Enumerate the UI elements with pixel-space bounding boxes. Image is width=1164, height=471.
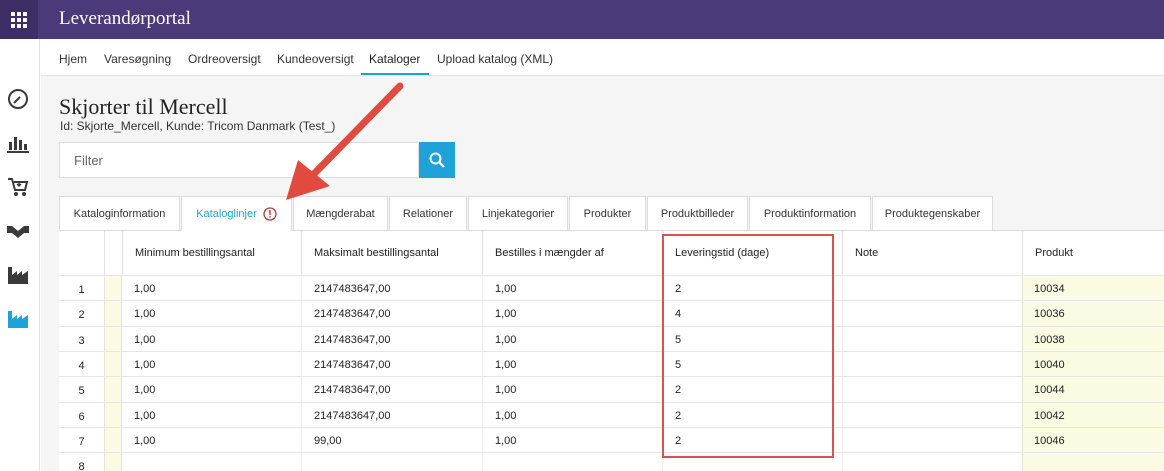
cell-max-quantity[interactable]: 2147483647,00	[314, 384, 390, 396]
nav-item-upload-katalog[interactable]: Upload katalog (XML)	[437, 52, 553, 66]
cell-order-multiple[interactable]: 1,00	[495, 384, 516, 396]
tab-label: Kataloginformation	[73, 207, 166, 220]
nav-item-kataloger[interactable]: Kataloger	[369, 52, 420, 66]
cell-product[interactable]: 10038	[1034, 334, 1065, 346]
annotation-arrow-icon	[286, 82, 404, 200]
cell-min-quantity[interactable]: 1,00	[134, 435, 155, 447]
app-launcher-button[interactable]	[0, 0, 38, 39]
cell-product[interactable]: 10034	[1034, 283, 1065, 295]
tab-kataloglinjer[interactable]: Kataloglinjer	[181, 196, 292, 231]
search-icon	[429, 152, 445, 168]
tab-kataloginformation[interactable]: Kataloginformation	[59, 196, 180, 230]
row-divider	[59, 452, 1164, 454]
main-nav: Hjem Varesøgning Ordreoversigt Kundeover…	[41, 39, 1164, 76]
nav-item-ordreoversigt[interactable]: Ordreoversigt	[188, 52, 261, 66]
cell-product[interactable]: 10046	[1034, 435, 1065, 447]
row-number: 8	[78, 461, 85, 471]
tab-label: Linjekategorier	[481, 207, 555, 220]
row-number: 1	[78, 284, 85, 296]
tab-label: Mængderabat	[306, 207, 375, 220]
column-header-min-quantity[interactable]: Minimum bestillingsantal	[122, 231, 301, 275]
row-number: 5	[78, 385, 85, 398]
row-number: 2	[78, 309, 85, 322]
cell-min-quantity[interactable]: 1,00	[134, 359, 155, 371]
tab-label: Produkter	[583, 207, 632, 220]
column-header-order-multiple[interactable]: Bestilles i mængder af	[482, 231, 662, 275]
tab-label: Produktbilleder	[660, 207, 735, 220]
column-header-max-quantity[interactable]: Maksimalt bestillingsantal	[301, 231, 482, 275]
row-divider	[59, 350, 1164, 352]
tab-label: Relationer	[402, 207, 454, 220]
cell-product[interactable]: 10036	[1034, 308, 1065, 320]
cell-min-quantity[interactable]: 1,00	[134, 384, 155, 396]
page-title: Skjorter til Mercell	[59, 94, 228, 119]
column-divider	[301, 275, 302, 471]
info-icon	[263, 207, 277, 221]
cell-min-quantity[interactable]: 1,00	[134, 334, 155, 346]
cell-order-multiple[interactable]: 1,00	[495, 334, 516, 346]
row-indicator-column	[104, 275, 122, 471]
cell-min-quantity[interactable]: 1,00	[134, 308, 155, 320]
cell-order-multiple[interactable]: 1,00	[495, 410, 516, 422]
tab-label: Kataloglinjer	[196, 208, 257, 220]
row-divider	[59, 300, 1164, 302]
column-divider	[842, 275, 843, 471]
row-number: 6	[78, 410, 85, 423]
cell-min-quantity[interactable]: 1,00	[134, 410, 155, 422]
column-header-product[interactable]: Produkt	[1022, 231, 1164, 275]
row-divider	[59, 426, 1164, 428]
catalog-lines-table: Minimum bestillingsantal Maksimalt besti…	[59, 230, 1164, 471]
row-divider	[59, 401, 1164, 403]
tab-produktegenskaber[interactable]: Produktegenskaber	[872, 196, 993, 230]
column-divider	[482, 275, 483, 471]
left-rail	[0, 39, 40, 471]
cell-order-multiple[interactable]: 1,00	[495, 359, 516, 371]
tab-produktbilleder[interactable]: Produktbilleder	[647, 196, 748, 230]
cell-order-multiple[interactable]: 1,00	[495, 308, 516, 320]
cell-product[interactable]: 10042	[1034, 410, 1065, 422]
cell-max-quantity[interactable]: 2147483647,00	[314, 334, 390, 346]
row-divider	[59, 376, 1164, 378]
cell-product[interactable]: 10040	[1034, 359, 1065, 371]
top-bar: Leverandørportal	[0, 0, 1164, 39]
column-header-note[interactable]: Note	[842, 231, 1022, 275]
tab-label: Produktinformation	[763, 207, 857, 220]
row-divider	[59, 325, 1164, 327]
cell-min-quantity[interactable]: 1,00	[134, 283, 155, 295]
tab-label: Produktegenskaber	[884, 207, 981, 220]
cell-order-multiple[interactable]: 1,00	[495, 283, 516, 295]
cell-max-quantity[interactable]: 2147483647,00	[314, 308, 390, 320]
cell-max-quantity[interactable]: 2147483647,00	[314, 359, 390, 371]
handshake-icon[interactable]	[6, 219, 30, 243]
row-number: 3	[78, 334, 85, 347]
cell-max-quantity[interactable]: 99,00	[314, 435, 342, 447]
nav-item-kundeoversigt[interactable]: Kundeoversigt	[277, 52, 354, 66]
cell-product[interactable]: 10044	[1034, 384, 1065, 396]
bar-chart-icon[interactable]	[6, 131, 30, 155]
tab-linjekategorier[interactable]: Linjekategorier	[468, 196, 568, 230]
factory-active-icon[interactable]	[6, 307, 30, 331]
nav-item-hjem[interactable]: Hjem	[59, 52, 87, 66]
nav-active-indicator	[361, 73, 429, 75]
highlight-box	[662, 234, 834, 458]
cart-icon[interactable]	[6, 175, 30, 199]
search-button[interactable]	[419, 142, 455, 178]
cell-order-multiple[interactable]: 1,00	[495, 435, 516, 447]
factory-icon[interactable]	[6, 263, 30, 287]
tab-produkter[interactable]: Produkter	[569, 196, 646, 230]
row-divider	[59, 275, 1164, 276]
row-number: 7	[78, 435, 85, 448]
app-title: Leverandørportal	[59, 8, 191, 29]
cell-max-quantity[interactable]: 2147483647,00	[314, 410, 390, 422]
nav-item-varesogning[interactable]: Varesøgning	[104, 52, 171, 66]
column-header-indicator	[104, 231, 122, 275]
apps-grid-icon	[11, 11, 27, 28]
row-number: 4	[78, 359, 85, 372]
tab-produktinformation[interactable]: Produktinformation	[749, 196, 871, 230]
dashboard-icon[interactable]	[6, 87, 30, 111]
cell-max-quantity[interactable]: 2147483647,00	[314, 283, 390, 295]
